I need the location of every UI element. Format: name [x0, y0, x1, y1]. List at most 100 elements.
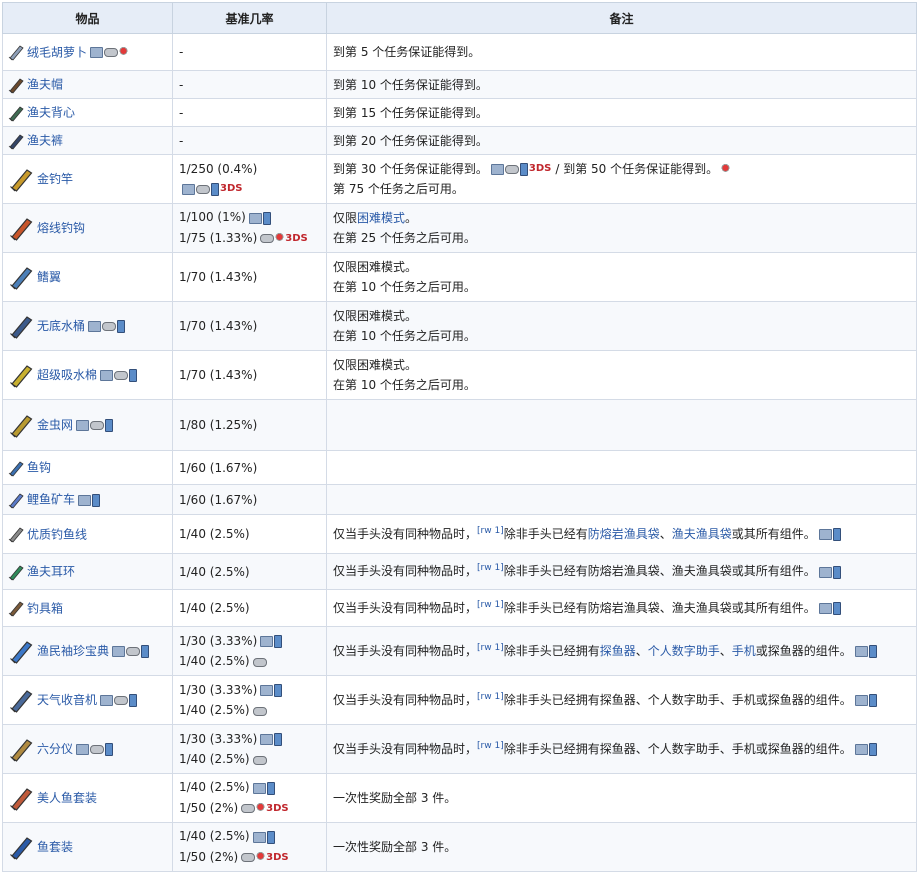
- mobile-platform-icon: [274, 635, 283, 648]
- rate-line: 1/75 (1.33%) 3DS: [179, 228, 320, 249]
- item-name-link[interactable]: 鱼钩: [27, 461, 51, 475]
- notes-cell: 仅当手头没有同种物品时，[rw 1]除非手头已经拥有探鱼器、个人数字助手、手机或…: [326, 626, 917, 676]
- item-name-link[interactable]: 金钓竿: [37, 172, 73, 186]
- item-name-link[interactable]: 美人鱼套装: [37, 791, 97, 805]
- reference-link[interactable]: [rw 1]: [477, 741, 504, 751]
- notes-cell: 到第 10 个任务保证能得到。: [326, 70, 917, 99]
- rate-value: 1/250 (0.4%): [179, 161, 258, 176]
- item-name-link[interactable]: 无底水桶: [37, 319, 85, 333]
- mobile-platform-icon: [832, 565, 841, 579]
- item-name-link[interactable]: 熔线钓钩: [37, 221, 85, 235]
- item-link[interactable]: 手机: [732, 644, 756, 658]
- item-name-link[interactable]: 金虫网: [37, 418, 73, 432]
- 3ds-platform-icon: 3DS: [220, 183, 243, 195]
- reference-link[interactable]: [rw 1]: [477, 563, 504, 573]
- table-row: 无底水桶 1/70 (1.43%) 仅限困难模式。 在第 10 个任务之后可用。: [2, 301, 917, 351]
- item-link[interactable]: 个人数字助手: [648, 644, 720, 658]
- desktop-platform-icon: [252, 831, 266, 843]
- mermaid-costume-icon: [10, 788, 33, 811]
- reference-link[interactable]: [rw 1]: [477, 600, 504, 610]
- note-text: 、: [659, 526, 672, 541]
- item-name-link[interactable]: 鳍翼: [37, 270, 61, 284]
- desktop-platform-icon: [100, 695, 114, 706]
- desktop-platform-icon: [252, 782, 266, 794]
- mobile-platform-icon: [262, 211, 271, 225]
- item-name-link[interactable]: 渔夫帽: [27, 78, 63, 92]
- note-text: 除非手头已经拥有: [503, 643, 600, 658]
- item-name-link[interactable]: 渔夫耳环: [27, 565, 75, 579]
- hardmode-link[interactable]: 困难模式: [357, 211, 405, 225]
- old-gen-console-icon: [119, 47, 129, 59]
- note-text: 、: [719, 643, 732, 658]
- rate-cell: 1/30 (3.33%) 1/40 (2.5%): [172, 675, 327, 725]
- item-name-link[interactable]: 绒毛胡萝卜: [27, 45, 87, 59]
- notes-cell: 仅当手头没有同种物品时，[rw 1]除非手头已经拥有探鱼器、个人数字助手、手机或…: [326, 724, 917, 774]
- rate-cell: 1/40 (2.5%) 1/50 (2%) 3DS: [172, 773, 327, 823]
- reference-link[interactable]: [rw 1]: [477, 526, 504, 536]
- fishermans-pocket-guide-icon: [10, 641, 33, 664]
- reference-link[interactable]: [rw 1]: [477, 643, 504, 653]
- item-name-link[interactable]: 优质钓鱼线: [27, 527, 87, 541]
- rate-line: 1/60 (1.67%): [179, 458, 320, 478]
- mobile-platform-icon: [266, 781, 275, 795]
- note-line: 仅限困难模式。: [333, 260, 418, 274]
- desktop-platform-icon: [854, 695, 868, 707]
- item-cell: 渔夫帽: [2, 70, 173, 99]
- note-text: 、: [635, 643, 648, 658]
- item-link[interactable]: 渔夫渔具袋: [672, 527, 732, 541]
- item-name-link[interactable]: 六分仪: [37, 742, 73, 756]
- platform-icons: [259, 680, 283, 700]
- sextant-icon: [10, 739, 33, 762]
- reference-link[interactable]: [rw 1]: [477, 692, 504, 702]
- rate-line: 1/40 (2.5%): [179, 777, 320, 798]
- table-row: 渔夫裤 - 到第 20 个任务保证能得到。: [2, 126, 917, 155]
- item-cell: 鱼套装: [2, 822, 173, 872]
- desktop-platform-icon: [260, 734, 274, 745]
- rate-line: -: [179, 103, 320, 123]
- note-text: 除非手头已经有防熔岩渔具袋、渔夫渔具袋或其所有组件。: [503, 564, 816, 579]
- rate-value: 1/50 (2%): [179, 800, 239, 815]
- old-gen-console-icon: [275, 233, 285, 245]
- notes-cell: 仅当手头没有同种物品时，[rw 1]除非手头已经有防熔岩渔具袋、渔夫渔具袋或其所…: [326, 589, 917, 627]
- rate-value: 1/40 (2.5%): [179, 527, 250, 541]
- angler-vest-icon: [8, 106, 24, 122]
- mobile-platform-icon: [832, 528, 841, 542]
- table-row: 金钓竿 1/250 (0.4%) 3DS 到第 30 个任务保证能得到。 3DS / 到第…: [2, 154, 917, 204]
- item-cell: 渔夫耳环: [2, 553, 173, 590]
- item-name-link[interactable]: 钓具箱: [27, 601, 63, 615]
- rate-value: 1/100 (1%): [179, 210, 246, 225]
- item-name-link[interactable]: 渔夫背心: [27, 106, 75, 120]
- rate-cell: 1/60 (1.67%): [172, 450, 327, 485]
- note-line: 仅限困难模式。: [333, 309, 418, 323]
- platform-icons: [818, 598, 841, 618]
- item-link[interactable]: 防熔岩渔具袋: [588, 527, 660, 541]
- desktop-platform-icon: [248, 212, 262, 224]
- item-cell: 美人鱼套装: [2, 773, 173, 823]
- rate-cell: 1/100 (1%) 1/75 (1.33%) 3DS: [172, 203, 327, 253]
- console-platform-icon: [252, 706, 267, 716]
- mobile-platform-icon: [129, 694, 138, 707]
- rate-value: 1/40 (2.5%): [179, 703, 250, 717]
- item-name-link[interactable]: 渔夫裤: [27, 134, 63, 148]
- item-name-link[interactable]: 天气收音机: [37, 693, 97, 707]
- item-name-link[interactable]: 渔民袖珍宝典: [37, 644, 109, 658]
- rate-line: 1/30 (3.33%): [179, 680, 320, 701]
- item-cell: 渔民袖珍宝典: [2, 626, 173, 676]
- platform-icons: 3DS: [259, 228, 308, 249]
- note-text: 仅当手头没有同种物品时，: [333, 526, 478, 541]
- desktop-platform-icon: [818, 603, 832, 615]
- platform-icons: [89, 42, 129, 62]
- item-name-link[interactable]: 鲤鱼矿车: [27, 493, 75, 507]
- item-link[interactable]: 探鱼器: [600, 644, 636, 658]
- rate-line: 1/30 (3.33%): [179, 729, 320, 750]
- desktop-platform-icon: [112, 646, 126, 657]
- high-test-fishing-line-icon: [8, 527, 24, 543]
- mobile-platform-icon: [519, 162, 528, 176]
- notes-cell: 仅限困难模式。 在第 10 个任务之后可用。: [326, 252, 917, 302]
- item-name-link[interactable]: 超级吸水棉: [37, 368, 97, 382]
- notes-cell: 仅限困难模式。 在第 25 个任务之后可用。: [326, 203, 917, 253]
- note-line: 到第 30 个任务保证能得到。 3DS / 到第 50 个任务保证能得到。: [333, 159, 910, 180]
- note-text: 仅当手头没有同种物品时，: [333, 600, 478, 615]
- item-name-link[interactable]: 鱼套装: [37, 840, 73, 854]
- rate-line: 1/40 (2.5%): [179, 562, 320, 582]
